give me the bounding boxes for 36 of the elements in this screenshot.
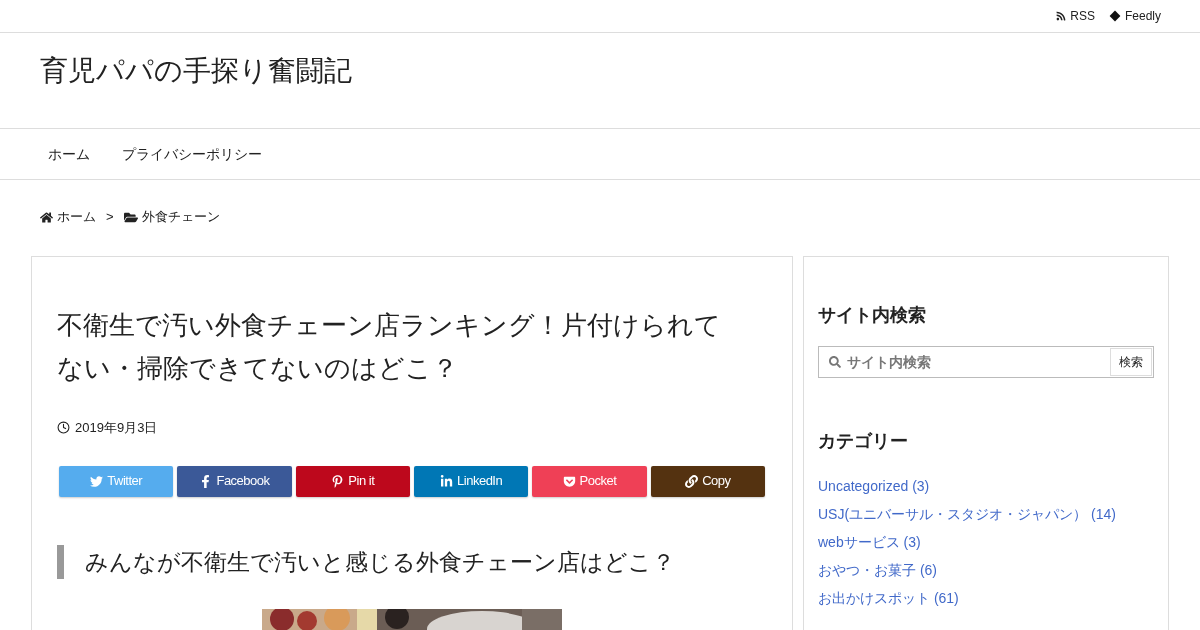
home-icon (40, 210, 53, 224)
search-field[interactable]: サイト内検索 検索 (818, 346, 1154, 378)
folder-icon (123, 210, 138, 224)
clock-icon (57, 421, 70, 435)
link-icon (685, 474, 699, 488)
breadcrumb-link[interactable]: 外食チェーン (123, 207, 220, 227)
site-title[interactable]: 育児パパの手探り奮闘記 (40, 55, 352, 86)
share-button[interactable]: Pocket (532, 465, 647, 497)
category-link[interactable]: Uncategorized (3) (818, 477, 1154, 496)
header-link[interactable]: RSS (1056, 7, 1095, 25)
category-link[interactable]: USJ(ユニバーサル・スタジオ・ジャパン） (14) (818, 505, 1154, 524)
pocket-icon (562, 474, 576, 488)
header-link[interactable]: Feedly (1108, 7, 1161, 25)
search-button[interactable]: 検索 (1110, 348, 1152, 376)
share-button[interactable]: LinkedIn (414, 465, 529, 497)
post-date: 2019年9月3日 (75, 419, 158, 437)
pinterest-icon (331, 474, 345, 488)
widget-title: カテゴリー (818, 430, 909, 453)
widget-title: サイト内検索 (818, 304, 927, 327)
article-title: 不衛生で汚い外食チェーン店ランキング！片付けられてない・掃除できてないのはどこ？ (57, 309, 722, 385)
share-button[interactable]: Facebook (177, 465, 292, 497)
linkedin-icon (440, 474, 454, 488)
category-link[interactable]: webサービス (3) (818, 533, 1154, 552)
bird-icon (90, 474, 104, 488)
rss-icon (1056, 11, 1067, 21)
feedly-icon (1108, 10, 1121, 22)
share-button[interactable]: Pin it (295, 465, 410, 497)
breadcrumb-link[interactable]: ホーム (40, 207, 96, 227)
share-button[interactable]: Copy (650, 465, 765, 497)
nav-link[interactable]: ホーム (32, 143, 106, 165)
section-heading: みんなが不衛生で汚いと感じる外食チェーン店はどこ？ (57, 544, 767, 579)
category-link[interactable]: おやつ・お菓子 (6) (818, 561, 1154, 580)
category-link[interactable]: お出かけスポット (61) (818, 589, 1154, 608)
nav-link[interactable]: プライバシーポリシー (106, 143, 278, 165)
search-icon (829, 356, 841, 368)
breadcrumb-separator: > (106, 208, 114, 227)
